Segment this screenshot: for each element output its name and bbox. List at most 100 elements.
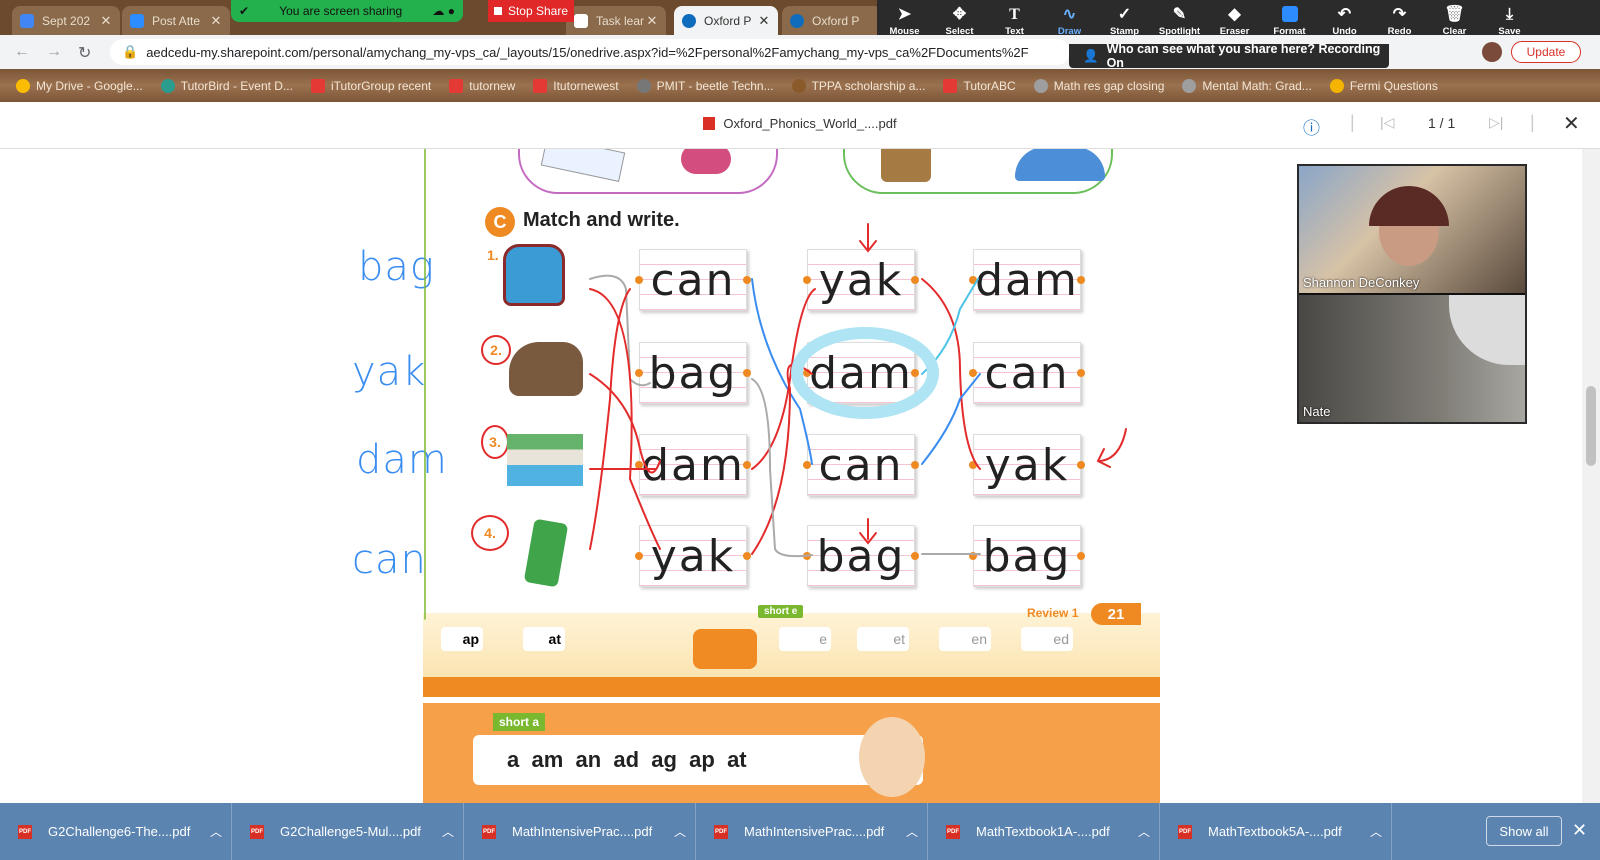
show-all-label: Show all [1499,823,1549,839]
divider: | [1530,112,1535,132]
zoom-icon [130,13,144,28]
info-icon[interactable]: ⓘ [1303,114,1320,139]
mouse-pointer-icon: ➤ [897,5,912,23]
update-label: Update [1526,45,1566,59]
tab-3[interactable]: Task lear ✕ [566,6,666,35]
avatar[interactable] [1482,42,1502,62]
bookmark-label: TutorABC [963,78,1016,93]
pdf-icon: PDF [250,824,264,839]
save-icon: ⤓ [1505,5,1514,23]
chevron-up-icon[interactable]: ︿ [665,823,695,840]
pdf-filename: Oxford_Phonics_World_....pdf [723,116,897,131]
bookmark-label: PMIT - beetle Techn... [656,78,774,93]
pdf-icon: PDF [946,824,960,839]
screen-sharing-indicator[interactable]: ✔ You are screen sharing ☁ ● [231,0,463,22]
download-filename: MathIntensivePrac....pdf [512,824,653,839]
red-match-line [589,288,661,550]
tab-label: Oxford P [704,13,752,28]
drive-icon [16,78,30,93]
bookmark-item[interactable]: iTutorGroup recent [310,78,431,93]
downloads-bar: PDF G2Challenge6-The....pdf ︿ PDF G2Challen… [0,803,1600,860]
fermi-icon [1329,78,1344,93]
chevron-up-icon[interactable]: ︿ [897,823,927,840]
tab-label: Sept 202 [42,13,91,28]
bookmark-item[interactable]: PMIT - beetle Techn... [636,78,774,93]
scrollbar-thumb[interactable] [1586,386,1596,466]
window-image [1449,295,1525,365]
bookmark-item[interactable]: TPPA scholarship a... [791,78,925,93]
close-icon[interactable]: ✕ [208,13,224,29]
video-tile[interactable]: Shannon DeConkey [1299,166,1525,293]
cloud-icon: ☁ ● [432,4,455,18]
bookmark-item[interactable]: TutorABC [943,78,1016,93]
chevron-up-icon[interactable]: ︿ [433,823,463,840]
bookmarks-bar: My Drive - Google... TutorBird - Event D… [0,69,1600,102]
bookmark-item[interactable]: Mental Math: Grad... [1182,78,1312,93]
chevron-up-icon[interactable]: ︿ [201,823,231,840]
download-item[interactable]: PDF MathTextbook1A-....pdf ︿ [928,803,1160,860]
eraser-icon: ◆ [1228,5,1241,23]
stop-icon [493,7,502,15]
red-arrow [859,518,877,545]
reload-icon[interactable]: ↻ [78,43,91,63]
tab-0[interactable]: Sept 202 ✕ [12,6,120,35]
chevron-up-icon[interactable]: ︿ [1361,823,1391,840]
download-item[interactable]: PDF G2Challenge6-The....pdf ︿ [0,803,232,860]
bookmark-item[interactable]: tutornew [449,78,515,93]
last-page-icon[interactable]: ▷| [1489,114,1503,131]
draw-icon: ∿ [1062,5,1077,23]
docs-icon [20,13,34,28]
stamp-icon: ✓ [1117,5,1132,23]
bookmark-item[interactable]: Fermi Questions [1329,78,1438,93]
video-tile[interactable]: Nate [1299,295,1525,422]
tab-5[interactable]: Oxford P [782,6,882,35]
tab-1[interactable]: Post Atte ✕ [122,6,230,35]
close-icon[interactable]: ✕ [98,13,114,29]
update-button[interactable]: Update [1511,41,1581,63]
globe-icon [1033,78,1048,93]
red-match-line [589,373,661,474]
bookmark-item[interactable]: TutorBird - Event D... [160,78,293,93]
itutor-icon [449,78,464,93]
back-icon[interactable]: ← [14,43,30,61]
share-notice-text: Who can see what you share here? Recordi… [1106,42,1381,70]
red-arrow [859,223,877,253]
tab-label: Oxford P [812,13,860,28]
download-item[interactable]: PDF MathTextbook5A-....pdf ︿ [1160,803,1392,860]
share-notice-banner[interactable]: 👤 Who can see what you share here? Record… [1069,42,1389,70]
bookmark-item[interactable]: Itutornewest [533,78,619,93]
tab-4[interactable]: Oxford P ✕ [674,6,778,35]
sharing-label: You are screen sharing [279,4,403,18]
download-filename: G2Challenge6-The....pdf [48,824,191,839]
bookmark-label: Mental Math: Grad... [1202,78,1312,93]
download-filename: G2Challenge5-Mul....pdf [280,824,421,839]
first-page-icon[interactable]: |◁ [1380,114,1394,131]
download-item[interactable]: PDF G2Challenge5-Mul....pdf ︿ [232,803,464,860]
url-field[interactable]: 🔒 aedcedu-my.sharepoint.com/personal/amyc… [110,39,1070,65]
video-panel[interactable]: Shannon DeConkey Nate [1297,164,1527,424]
globe-icon [1182,78,1197,93]
url-text: aedcedu-my.sharepoint.com/personal/amych… [146,44,1029,60]
pdf-icon: PDF [1178,824,1192,839]
stop-share-button[interactable]: Stop Share [488,0,574,22]
bookmark-item[interactable]: My Drive - Google... [16,78,143,93]
pdf-viewer-header: Oxford_Phonics_World_....pdf ⓘ | |◁ 1 / … [0,102,1600,149]
close-icon[interactable]: ✕ [644,13,660,29]
download-item[interactable]: PDF MathIntensivePrac....pdf ︿ [696,803,928,860]
share-icon: ✔ [239,4,250,18]
page-icon [574,13,588,28]
chevron-up-icon[interactable]: ︿ [1129,823,1159,840]
download-item[interactable]: PDF MathIntensivePrac....pdf ︿ [464,803,696,860]
show-all-button[interactable]: Show all [1486,816,1562,846]
divider: | [1350,112,1355,132]
forward-icon[interactable]: → [46,43,62,61]
bookmark-item[interactable]: Math res gap closing [1033,78,1164,93]
close-icon[interactable]: ✕ [1572,820,1587,841]
person-icon: 👤 [1083,48,1099,63]
close-icon[interactable]: ✕ [756,13,772,29]
scrollbar[interactable] [1582,149,1600,803]
format-icon [1281,5,1298,26]
close-icon[interactable]: ✕ [1563,111,1580,136]
tutorbird-icon [160,78,175,93]
bookmark-label: Fermi Questions [1349,78,1438,93]
